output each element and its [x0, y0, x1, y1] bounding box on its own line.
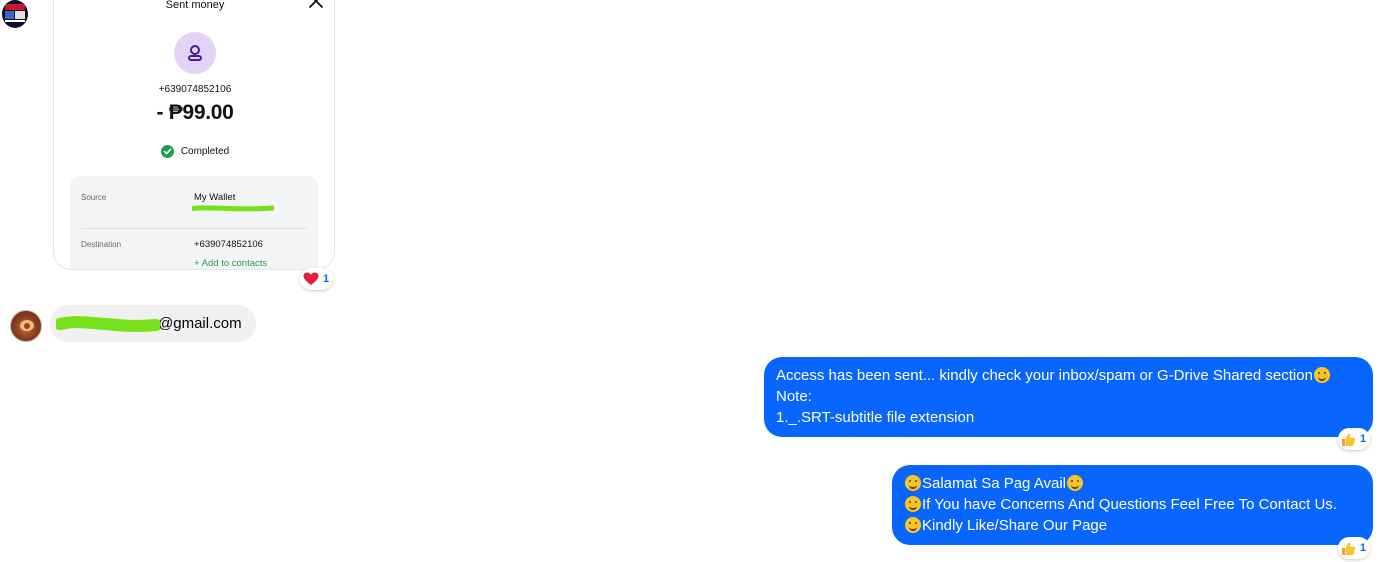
amount: - ₱99.00: [156, 101, 234, 124]
recipient-phone: +639074852106: [158, 84, 232, 95]
smiling-face-icon: [905, 496, 921, 512]
message-line: Salamat Sa Pag Avail: [904, 473, 1361, 494]
outgoing-message[interactable]: Access has been sent... kindly check you…: [764, 357, 1373, 437]
smiling-face-icon: [905, 475, 921, 491]
source-value: My Wallet: [194, 192, 236, 203]
message-line: Note:: [776, 388, 812, 405]
reaction-badge[interactable]: 1: [1338, 537, 1371, 559]
redaction-scribble: [192, 205, 274, 212]
smiling-face-icon: [1313, 367, 1330, 383]
destination-label: Destination: [81, 240, 122, 249]
reaction-count: 1: [323, 273, 330, 285]
email-text: @gmail.com: [158, 315, 242, 332]
reaction-badge[interactable]: 1: [300, 268, 334, 290]
check-circle-icon: [160, 145, 174, 158]
thumbs-up-icon: [1342, 432, 1356, 446]
source-label: Source: [81, 193, 107, 202]
transaction-details: Source My Wallet Destination +6390748521…: [70, 176, 318, 269]
receipt-title: Sent money: [165, 0, 225, 11]
reaction-count: 1: [1360, 433, 1367, 445]
user-icon: [174, 32, 216, 74]
reaction-count: 1: [1360, 542, 1367, 554]
message-line: 1._.SRT-subtitle file extension: [776, 409, 975, 426]
divider: [81, 228, 307, 229]
incoming-message[interactable]: @gmail.com: [50, 305, 256, 342]
close-icon: [309, 0, 323, 8]
heart-icon: [303, 272, 319, 285]
message-line: If You have Concerns And Questions Feel …: [904, 494, 1361, 515]
destination-value: +639074852106: [194, 239, 263, 250]
status-text: Completed: [180, 146, 230, 157]
message-line: Kindly Like/Share Our Page: [904, 515, 1361, 536]
thumbs-up-icon: [1342, 541, 1356, 555]
outgoing-message[interactable]: Salamat Sa Pag Avail If You have Concern…: [892, 465, 1373, 545]
status: Completed: [54, 145, 334, 158]
user-avatar[interactable]: [10, 310, 42, 342]
sender-avatar[interactable]: [2, 0, 28, 28]
add-to-contacts-link: + Add to contacts: [194, 258, 268, 269]
message-line: Access has been sent... kindly check you…: [776, 365, 1361, 386]
redaction-scribble: [56, 316, 160, 332]
smiling-face-icon: [905, 517, 921, 533]
reaction-badge[interactable]: 1: [1338, 428, 1371, 450]
smiling-face-icon: [1066, 475, 1083, 491]
receipt-image-attachment[interactable]: Sent money +639074852106 - ₱99.00 Comple…: [53, 0, 335, 270]
